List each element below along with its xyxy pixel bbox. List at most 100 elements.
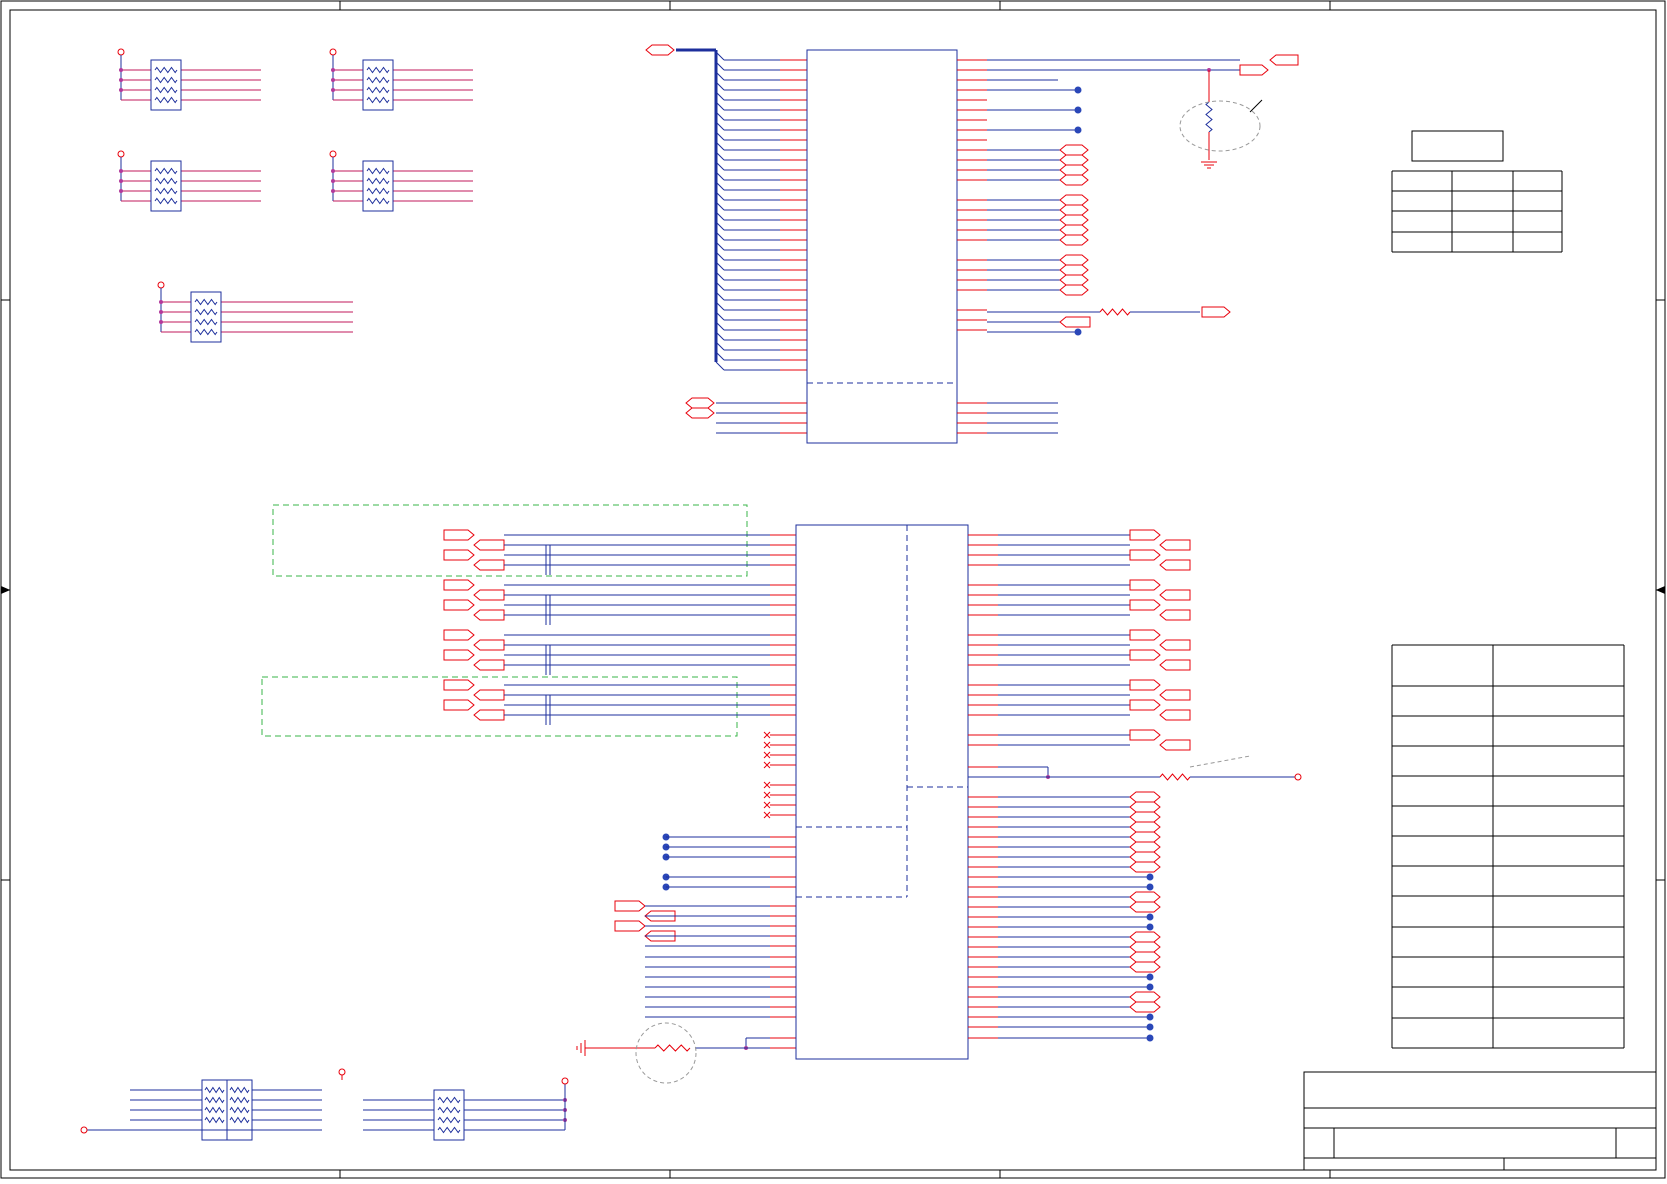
- annotation-leader: [1189, 755, 1251, 768]
- offpage-connector-icon: [1129, 729, 1161, 741]
- offpage-connector-icon: [614, 900, 646, 912]
- resistor-icon: [204, 1116, 225, 1124]
- no-connect-dot-icon: [1146, 913, 1154, 921]
- offpage-connector-icon: [1059, 214, 1089, 226]
- highlight-region: [261, 676, 738, 737]
- offpage-connector-icon: [1129, 831, 1161, 843]
- offpage-connector-icon: [1129, 961, 1161, 973]
- junction: [331, 189, 335, 193]
- junction: [119, 179, 123, 183]
- offpage-connector-icon: [473, 559, 505, 571]
- resistor-icon: [437, 1116, 461, 1124]
- power-flag-icon: [117, 48, 125, 56]
- resistor-icon: [154, 86, 178, 94]
- offpage-connector-icon: [473, 689, 505, 701]
- offpage-connector-icon: [443, 599, 475, 611]
- offpage-connector-icon: [1129, 1001, 1161, 1013]
- offpage-connector-icon: [1059, 224, 1089, 236]
- no-connect-dot-icon: [1146, 973, 1154, 981]
- junction: [331, 169, 335, 173]
- offpage-connector-icon: [1129, 821, 1161, 833]
- offpage-connector-icon: [443, 699, 475, 711]
- table-title-box: [1411, 130, 1504, 162]
- junction: [119, 68, 123, 72]
- power-flag-icon: [157, 281, 165, 289]
- offpage-connector-icon: [1129, 851, 1161, 863]
- offpage-connector-icon: [1129, 891, 1161, 903]
- offpage-connector-icon: [1159, 589, 1191, 601]
- no-connect-dot-icon: [1074, 106, 1082, 114]
- offpage-connector-icon: [1129, 579, 1161, 591]
- junction: [119, 189, 123, 193]
- resistor-icon: [437, 1096, 461, 1104]
- resistor-icon: [194, 308, 218, 316]
- power-flag-icon: [1294, 773, 1302, 781]
- offpage-connector-icon: [614, 920, 646, 932]
- resistor-network-icon: [329, 150, 473, 212]
- power-flag-icon: [329, 48, 337, 56]
- zone-ticks: [1, 1, 1665, 1178]
- offpage-connector-icon: [685, 407, 715, 419]
- offpage-connector-icon: [473, 639, 505, 651]
- resistor-icon: [229, 1106, 250, 1114]
- ic-top: [645, 44, 1299, 444]
- offpage-connector-icon: [1059, 204, 1089, 216]
- junction: [331, 88, 335, 92]
- resistor-icon: [437, 1126, 461, 1134]
- zone-arrow: [1655, 586, 1665, 594]
- offpage-connector-icon: [1059, 144, 1089, 156]
- resistor-network-body: [362, 160, 394, 212]
- resistor-icon: [204, 1106, 225, 1114]
- junction: [331, 179, 335, 183]
- resistor-icon: [1159, 773, 1191, 781]
- resistor-networks-bottom-left: [80, 1068, 569, 1141]
- offpage-connector-icon: [443, 679, 475, 691]
- offpage-connector-icon: [1129, 801, 1161, 813]
- junction: [331, 68, 335, 72]
- offpage-connector-icon: [1159, 659, 1191, 671]
- no-connect-dot-icon: [1146, 923, 1154, 931]
- offpage-connector-icon: [1129, 679, 1161, 691]
- offpage-connector-icon: [1129, 861, 1161, 873]
- no-connect-dot-icon: [1074, 86, 1082, 94]
- resistor-icon: [366, 66, 390, 74]
- no-connect-dot-icon: [1146, 1034, 1154, 1042]
- offpage-connector-icon: [1129, 931, 1161, 943]
- resistor-icon: [154, 167, 178, 175]
- resistor-network-icon: [157, 281, 353, 343]
- resistor-icon: [1099, 308, 1131, 316]
- resistor-icon: [366, 76, 390, 84]
- resistor-icon: [154, 76, 178, 84]
- resistor-icon: [204, 1096, 225, 1104]
- offpage-connector-icon: [473, 659, 505, 671]
- tables: [1391, 130, 1625, 1049]
- offpage-connector-icon: [1129, 901, 1161, 913]
- dnp-annotation-ellipse: [1179, 100, 1261, 152]
- no-connect-dot-icon: [1074, 126, 1082, 134]
- offpage-connector-icon: [1159, 689, 1191, 701]
- resistor-icon: [154, 66, 178, 74]
- offpage-connector-icon: [1129, 649, 1161, 661]
- resistor-icon: [154, 177, 178, 185]
- offpage-connector-icon: [1129, 699, 1161, 711]
- resistor-networks-top-left: [117, 48, 473, 343]
- schematic-drawing: [0, 0, 1666, 1179]
- resistor-network-body: [150, 160, 182, 212]
- resistor-network-icon: [329, 48, 473, 111]
- annotation-leader: [1249, 99, 1263, 113]
- offpage-connector-icon: [1059, 154, 1089, 166]
- offpage-connector-icon: [473, 589, 505, 601]
- offpage-connector-icon: [1159, 609, 1191, 621]
- ground-symbol-icon: [1201, 161, 1217, 169]
- offpage-connector-icon: [443, 649, 475, 661]
- offpage-connector-icon: [473, 709, 505, 721]
- no-connect-dot-icon: [1146, 883, 1154, 891]
- offpage-connector-icon: [443, 529, 475, 541]
- power-flag-icon: [561, 1077, 569, 1085]
- ic-body: [795, 524, 969, 1060]
- offpage-connector-icon: [1239, 64, 1269, 76]
- no-connect-dot-icon: [1146, 1023, 1154, 1031]
- schematic-sheet: [0, 0, 1667, 1180]
- offpage-connector-icon: [1129, 599, 1161, 611]
- resistor-icon: [654, 1044, 691, 1052]
